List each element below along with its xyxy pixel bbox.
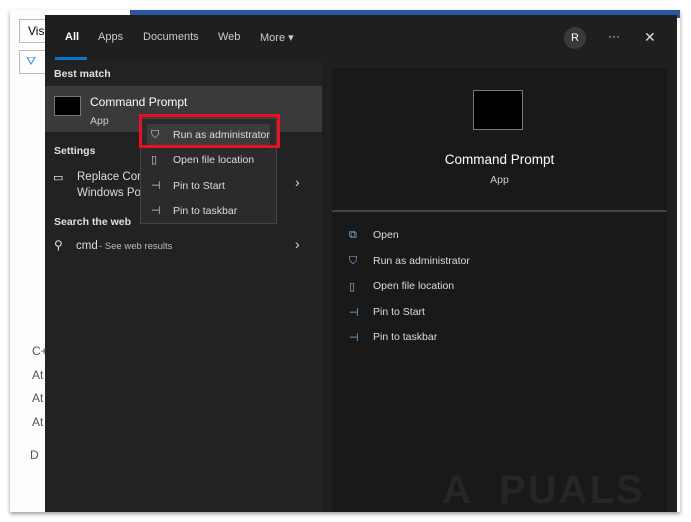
watermark-logo: A PUALS [442,468,645,512]
menu-pin-start[interactable]: ⊣ Pin to Start [147,175,270,197]
pin-icon: ⊣ [349,332,359,344]
web-search-item[interactable]: ⚲ cmd - See web results › [45,236,322,260]
web-query: cmd [76,240,98,252]
menu-pin-taskbar[interactable]: ⊣ Pin to taskbar [147,200,270,222]
action-pin-taskbar[interactable]: ⊣ Pin to taskbar [349,331,438,344]
preview-pane: Command Prompt App ⧉ Open ⛉ Run as adminis… [332,68,667,512]
folder-icon: ▯ [151,154,158,166]
highlight-box [139,114,280,148]
settings-item-line1: Replace Cor [77,171,141,183]
action-pin-start[interactable]: ⊣ Pin to Start [349,306,425,319]
bg-text: D [30,448,39,462]
settings-item-line2: Windows Po [77,187,141,199]
action-label: Open file location [373,280,455,292]
command-prompt-large-icon [473,90,523,130]
tab-web[interactable]: Web [218,31,240,43]
search-web-heading: Search the web [54,216,132,228]
action-label: Run as administrator [373,255,470,267]
action-run-as-admin[interactable]: ⛉ Run as administrator [349,255,470,267]
preview-subtitle: App [490,174,509,186]
search-tabs: All Apps Documents Web More ▾ R ··· ✕ [45,15,677,60]
preview-title: Command Prompt [444,152,555,167]
command-prompt-icon [54,96,81,116]
chevron-right-icon: › [295,174,300,190]
open-icon: ⧉ [349,229,357,241]
folder-icon: ▯ [349,281,356,293]
avatar[interactable]: R [564,27,586,49]
settings-heading: Settings [54,145,96,157]
more-options-button[interactable]: ··· [608,29,620,43]
best-match-subtitle: App [90,115,109,127]
web-suffix: - See web results [99,241,173,252]
search-icon: ⚲ [54,238,63,252]
pin-icon: ⊣ [349,307,359,319]
pin-icon: ⊣ [151,180,161,192]
tab-more[interactable]: More ▾ [260,31,294,44]
menu-label: Pin to taskbar [173,205,238,217]
action-open-file-location[interactable]: ▯ Open file location [349,280,455,293]
action-label: Pin to Start [373,306,425,318]
menu-label: Pin to Start [173,180,225,192]
chevron-right-icon: › [295,236,300,252]
divider [332,210,667,212]
action-label: Pin to taskbar [373,331,438,343]
bg-text: At [32,368,44,382]
shield-icon: ⛉ [349,255,358,267]
tab-documents[interactable]: Documents [143,31,199,43]
tab-all[interactable]: All [65,31,79,43]
menu-label: Open file location [173,154,255,166]
start-search-panel: All Apps Documents Web More ▾ R ··· ✕ Be… [45,15,677,512]
tab-apps[interactable]: Apps [98,31,123,43]
menu-open-file-location[interactable]: ▯ Open file location [147,149,270,171]
bg-text: At [32,415,44,429]
best-match-title: Command Prompt [90,95,188,109]
bg-text: At [32,391,44,405]
monitor-icon: ▭ [53,172,64,184]
pin-icon: ⊣ [151,205,161,217]
close-button[interactable]: ✕ [644,29,656,46]
action-open[interactable]: ⧉ Open [349,229,399,241]
action-label: Open [373,229,399,241]
best-match-heading: Best match [54,68,111,80]
